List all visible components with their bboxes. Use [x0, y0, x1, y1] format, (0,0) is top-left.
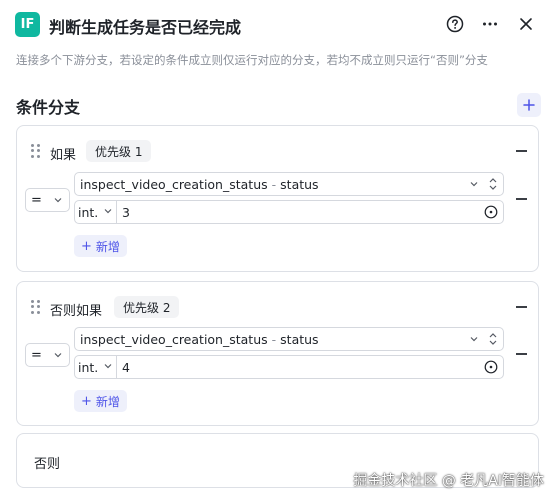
value-field[interactable]: int. 4: [74, 355, 504, 379]
variable-select[interactable]: inspect_video_creation_status - status: [74, 327, 504, 351]
plus-icon: +: [81, 393, 92, 409]
remove-branch-button[interactable]: [514, 300, 528, 314]
add-branch-button[interactable]: [517, 93, 541, 117]
drag-handle-icon[interactable]: [31, 144, 41, 158]
value-type: int.: [78, 359, 99, 375]
priority-badge: 优先级 2: [114, 296, 180, 318]
watermark: 掘金技术社区 @ 老凡AI智能体: [353, 473, 544, 489]
variable-name: inspect_video_creation_status: [80, 331, 268, 347]
operator-select[interactable]: =: [25, 343, 70, 367]
add-condition-button[interactable]: + 新增: [74, 235, 127, 257]
add-condition-label: 新增: [95, 394, 120, 409]
remove-condition-button[interactable]: [514, 347, 528, 361]
help-icon[interactable]: [444, 13, 466, 35]
add-condition-button[interactable]: + 新增: [74, 390, 127, 412]
remove-branch-button[interactable]: [514, 144, 528, 158]
variable-select[interactable]: inspect_video_creation_status - status: [74, 172, 504, 196]
chevron-down-icon: [54, 353, 62, 358]
variable-reference-icon[interactable]: [484, 205, 498, 219]
branch-label: 否则如果: [50, 304, 103, 319]
else-label: 否则: [34, 457, 61, 472]
value-type-select[interactable]: int.: [75, 356, 117, 378]
plus-icon: +: [81, 238, 92, 254]
variable-separator: -: [271, 331, 277, 347]
operator-select[interactable]: =: [25, 188, 70, 212]
operator-value: =: [31, 192, 42, 208]
variable-name: inspect_video_creation_status: [80, 176, 268, 192]
value-type-select[interactable]: int.: [75, 201, 117, 223]
add-condition-label: 新增: [95, 239, 120, 254]
branch-label: 如果: [50, 148, 77, 163]
chevron-down-icon: [104, 364, 112, 369]
value-field[interactable]: int. 3: [74, 200, 504, 224]
if-node-icon: IF: [15, 12, 40, 37]
node-header: IF 判断生成任务是否已经完成: [0, 0, 554, 48]
value-type: int.: [78, 204, 99, 220]
variable-reference-icon[interactable]: [484, 360, 498, 374]
more-icon[interactable]: [479, 13, 501, 35]
sort-icon: [489, 333, 497, 345]
variable-field: status: [280, 331, 319, 347]
drag-handle-icon[interactable]: [31, 300, 41, 314]
chevron-down-icon: [470, 337, 478, 342]
remove-condition-button[interactable]: [514, 192, 528, 206]
node-description: 连接多个下游分支，若设定的条件成立则仅运行对应的分支，若均不成立则只运行“否则”…: [16, 53, 488, 67]
chevron-down-icon: [104, 209, 112, 214]
operator-value: =: [31, 347, 42, 363]
chevron-down-icon: [54, 198, 62, 203]
value-input[interactable]: 4: [122, 360, 130, 375]
sort-icon: [489, 178, 497, 190]
close-icon[interactable]: [515, 13, 537, 35]
section-title: 条件分支: [16, 98, 81, 117]
value-input[interactable]: 3: [122, 205, 130, 220]
variable-field: status: [280, 176, 319, 192]
node-title[interactable]: 判断生成任务是否已经完成: [49, 14, 241, 38]
chevron-down-icon: [470, 182, 478, 187]
priority-badge: 优先级 1: [86, 140, 152, 162]
plus-icon: [523, 99, 535, 111]
variable-separator: -: [271, 176, 277, 192]
